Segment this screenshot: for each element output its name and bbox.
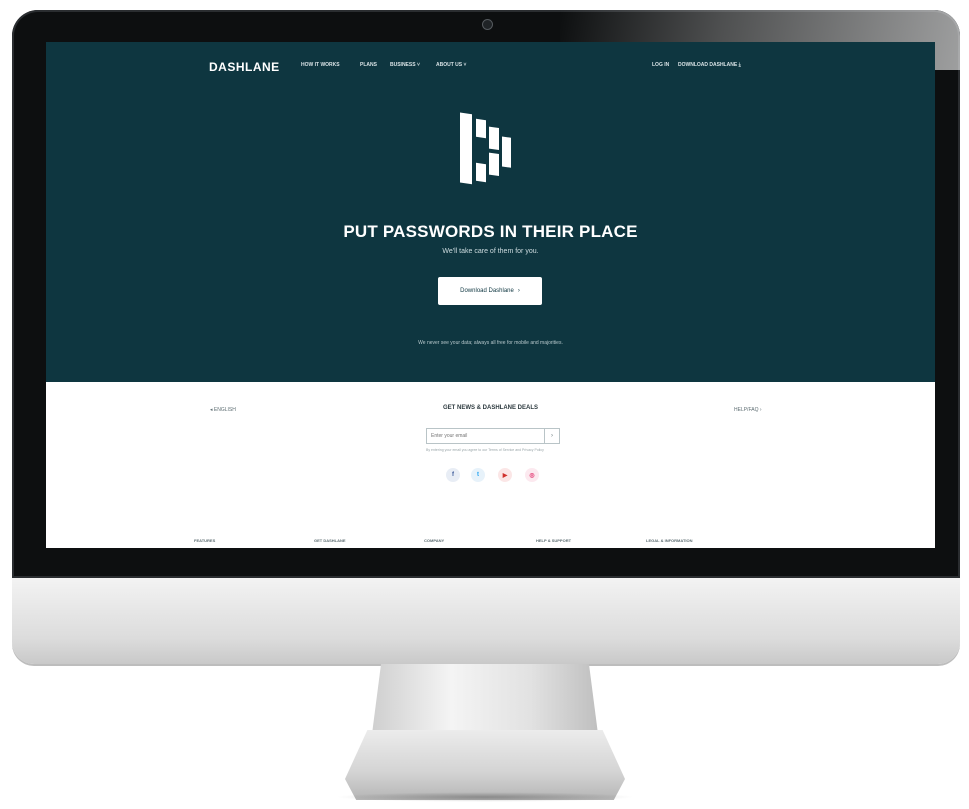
download-label: DOWNLOAD DASHLANE	[678, 62, 738, 68]
footer-col-features[interactable]: FEATURES	[194, 538, 215, 543]
instagram-icon[interactable]: ◎	[525, 468, 539, 482]
hero-headline: PUT PASSWORDS IN THEIR PLACE	[343, 222, 638, 241]
arrow-icon: ›	[517, 288, 520, 294]
hero-fine-note: We never see your data; always all free …	[418, 340, 563, 346]
brand-logo[interactable]: DASHLANE	[209, 60, 280, 74]
monitor-stand-neck	[372, 664, 598, 734]
login-link[interactable]: LOG IN	[652, 62, 669, 68]
hero-subline: We'll take care of them for you.	[442, 248, 539, 255]
newsletter-section: ◂ ENGLISH GET NEWS & DASHLANE DEALS HELP…	[46, 382, 935, 548]
chevron-down-icon: ˅	[463, 62, 467, 68]
footer-col-company[interactable]: COMPANY	[424, 538, 444, 543]
email-form: ›	[426, 428, 560, 444]
footer-col-help-support[interactable]: HELP & SUPPORT	[536, 538, 571, 543]
download-nav-link[interactable]: DOWNLOAD DASHLANE ⤓	[678, 62, 741, 68]
nav-item-plans[interactable]: PLANS	[360, 62, 377, 68]
hero-section: DASHLANE HOW IT WORKS PLANS BUSINESS ˅ A…	[46, 42, 935, 382]
help-link[interactable]: HELP/FAQ ›	[734, 407, 762, 413]
dashlane-logo-mark	[460, 112, 511, 185]
download-cta-button[interactable]: Download Dashlane ›	[438, 277, 542, 305]
nav-item-how-it-works[interactable]: HOW IT WORKS	[301, 62, 340, 68]
facebook-icon[interactable]: f	[446, 468, 460, 482]
deals-title: GET NEWS & DASHLANE DEALS	[442, 405, 538, 411]
chevron-down-icon: ˅	[416, 62, 420, 68]
cta-label: Download Dashlane	[460, 288, 514, 294]
twitter-icon[interactable]: t	[471, 468, 485, 482]
nav-label: BUSINESS	[390, 62, 416, 68]
camera-icon	[482, 19, 493, 30]
footer-col-legal[interactable]: LEGAL & INFORMATION	[646, 538, 693, 543]
email-submit-button[interactable]: ›	[544, 429, 559, 443]
monitor-chin	[12, 578, 960, 664]
monitor-screen: DASHLANE HOW IT WORKS PLANS BUSINESS ˅ A…	[46, 42, 935, 548]
monitor-stand-foot	[345, 730, 625, 800]
youtube-icon[interactable]: ▶	[498, 468, 512, 482]
nav-label: ABOUT US	[436, 62, 463, 68]
footer-col-get-dashlane[interactable]: GET DASHLANE	[314, 538, 346, 543]
stand-shadow	[335, 792, 635, 802]
terms-text: By entering your email you agree to our …	[426, 448, 544, 452]
chevron-right-icon: ›	[759, 407, 762, 413]
email-input[interactable]	[427, 429, 544, 443]
download-icon: ⤓	[738, 62, 741, 68]
help-label: HELP/FAQ	[734, 407, 759, 413]
nav-item-about-us[interactable]: ABOUT US ˅	[436, 62, 466, 68]
nav-item-business[interactable]: BUSINESS ˅	[390, 62, 420, 68]
